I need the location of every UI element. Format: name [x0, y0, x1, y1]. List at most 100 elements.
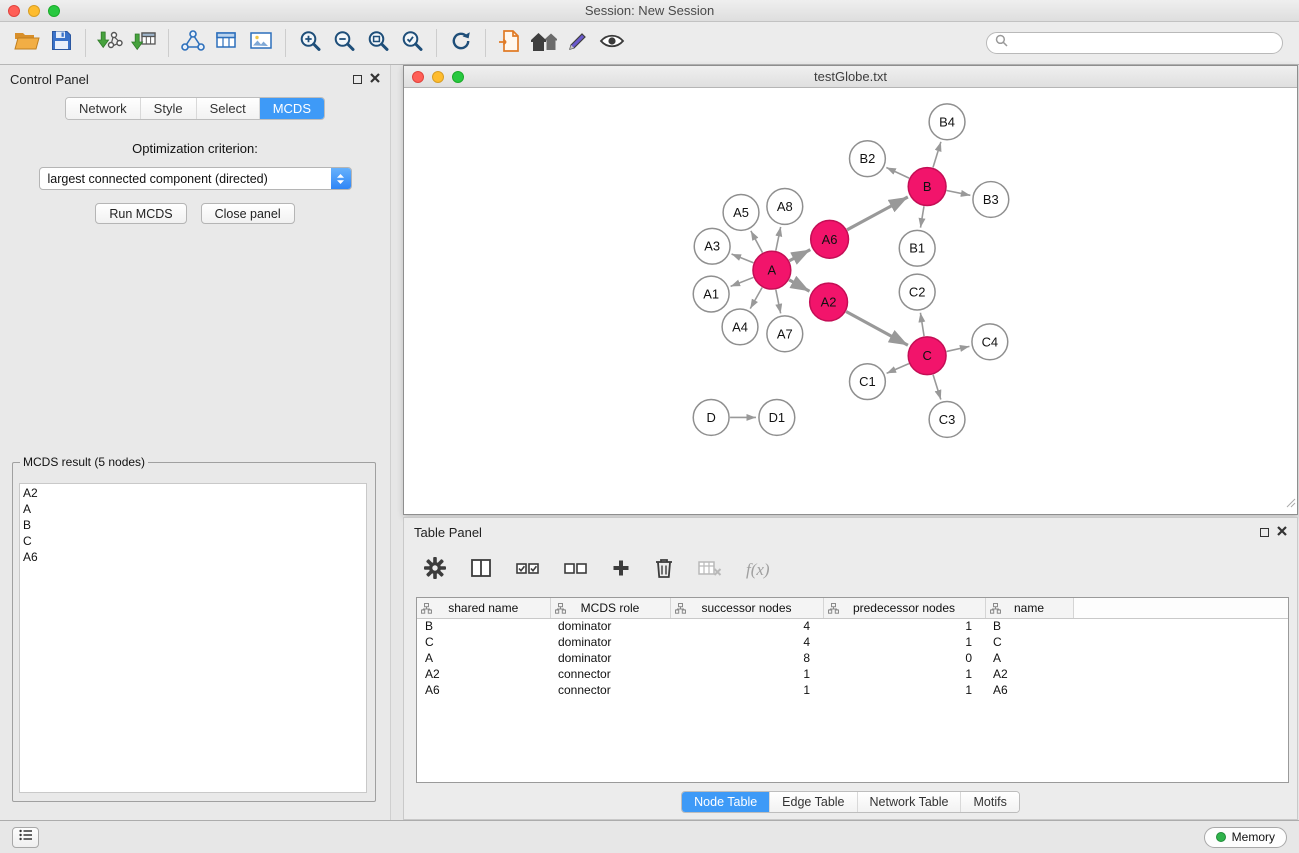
table-cell[interactable]: 1: [670, 666, 823, 682]
tab-edge-table[interactable]: Edge Table: [770, 792, 857, 812]
close-panel-button[interactable]: Close panel: [201, 203, 295, 224]
table-cell[interactable]: A2: [417, 666, 550, 682]
select-all-button[interactable]: [516, 558, 540, 583]
edge-A-A7[interactable]: [776, 290, 781, 314]
save-session-button[interactable]: [44, 26, 78, 60]
column-header-name[interactable]: name: [985, 598, 1073, 618]
node-A4[interactable]: A4: [722, 309, 758, 345]
table-cell[interactable]: 1: [823, 666, 985, 682]
tab-motifs[interactable]: Motifs: [961, 792, 1018, 812]
table-cell[interactable]: 0: [823, 650, 985, 666]
edge-B-B2[interactable]: [886, 168, 909, 179]
column-header-predecessor-nodes[interactable]: predecessor nodes: [823, 598, 985, 618]
tab-network[interactable]: Network: [66, 98, 141, 119]
node-C3[interactable]: C3: [929, 402, 965, 438]
node-B[interactable]: B: [908, 168, 946, 206]
node-A[interactable]: A: [753, 251, 791, 289]
apply-style-button[interactable]: [561, 26, 595, 60]
network-graph[interactable]: B4B2BB3A5A8A6B1A3AC2A1A2A4A7C4CC1C3DD1: [404, 89, 1297, 514]
table-row-A6[interactable]: A6connector11A6: [417, 682, 1288, 698]
mcds-result-item[interactable]: A2: [23, 485, 366, 501]
table-cell[interactable]: 4: [670, 634, 823, 650]
table-cell[interactable]: connector: [550, 682, 670, 698]
edge-C-C2[interactable]: [920, 313, 924, 336]
node-B4[interactable]: B4: [929, 104, 965, 140]
table-cell[interactable]: B: [985, 618, 1073, 634]
column-header-shared-name[interactable]: shared name: [417, 598, 550, 618]
mcds-result-item[interactable]: C: [23, 533, 366, 549]
table-cell[interactable]: dominator: [550, 650, 670, 666]
table-cell[interactable]: C: [985, 634, 1073, 650]
tab-node-table[interactable]: Node Table: [682, 792, 770, 812]
node-D[interactable]: D: [693, 400, 729, 436]
open-session-button[interactable]: [10, 26, 44, 60]
mcds-result-item[interactable]: B: [23, 517, 366, 533]
zoom-selected-button[interactable]: [395, 26, 429, 60]
table-cell[interactable]: 4: [670, 618, 823, 634]
edge-A-A5[interactable]: [751, 231, 763, 253]
close-table-panel-icon[interactable]: [1277, 523, 1287, 541]
node-D1[interactable]: D1: [759, 400, 795, 436]
optimization-criterion-select[interactable]: largest connected component (directed): [39, 167, 352, 190]
delete-column-button[interactable]: [698, 558, 722, 583]
node-A3[interactable]: A3: [694, 228, 730, 264]
zoom-out-button[interactable]: [327, 26, 361, 60]
node-A7[interactable]: A7: [767, 316, 803, 352]
resize-grip[interactable]: [1284, 495, 1296, 513]
table-cell[interactable]: connector: [550, 666, 670, 682]
show-networks-home-button[interactable]: [527, 26, 561, 60]
table-row-C[interactable]: Cdominator41C: [417, 634, 1288, 650]
run-mcds-button[interactable]: Run MCDS: [95, 203, 186, 224]
float-table-panel-icon[interactable]: [1260, 528, 1269, 537]
function-builder-button[interactable]: f(x): [746, 560, 770, 580]
table-row-B[interactable]: Bdominator41B: [417, 618, 1288, 634]
node-A6[interactable]: A6: [811, 220, 849, 258]
edge-C-C1[interactable]: [887, 364, 909, 374]
show-hide-details-button[interactable]: [595, 26, 629, 60]
table-row-A[interactable]: Adominator80A: [417, 650, 1288, 666]
node-table[interactable]: shared nameMCDS rolesuccessor nodesprede…: [416, 597, 1289, 783]
table-cell[interactable]: dominator: [550, 618, 670, 634]
table-cell[interactable]: A: [985, 650, 1073, 666]
deselect-all-button[interactable]: [564, 558, 588, 583]
node-B2[interactable]: B2: [850, 141, 886, 177]
task-history-button[interactable]: [12, 827, 39, 848]
edge-A2-C[interactable]: [846, 312, 908, 346]
edge-C-C3[interactable]: [933, 375, 941, 400]
zoom-fit-button[interactable]: [361, 26, 395, 60]
import-table-from-file-button[interactable]: [127, 26, 161, 60]
edge-A-A6[interactable]: [789, 250, 810, 261]
edge-A-A1[interactable]: [731, 277, 754, 286]
zoom-in-button[interactable]: [293, 26, 327, 60]
table-cell[interactable]: C: [417, 634, 550, 650]
table-cell[interactable]: A: [417, 650, 550, 666]
node-A5[interactable]: A5: [723, 195, 759, 231]
new-network-button[interactable]: [176, 26, 210, 60]
table-cell[interactable]: A2: [985, 666, 1073, 682]
export-image-button[interactable]: [244, 26, 278, 60]
node-B1[interactable]: B1: [899, 230, 935, 266]
table-cell[interactable]: dominator: [550, 634, 670, 650]
edge-A-A3[interactable]: [732, 254, 754, 263]
node-A8[interactable]: A8: [767, 189, 803, 225]
edge-B-B4[interactable]: [933, 142, 941, 168]
edge-A-A8[interactable]: [776, 227, 781, 251]
table-cell[interactable]: A6: [985, 682, 1073, 698]
network-canvas[interactable]: B4B2BB3A5A8A6B1A3AC2A1A2A4A7C4CC1C3DD1: [404, 89, 1297, 514]
refresh-view-button[interactable]: [444, 26, 478, 60]
edge-A-A4[interactable]: [750, 288, 762, 309]
delete-table-button[interactable]: [654, 557, 674, 584]
import-network-from-file-button[interactable]: [93, 26, 127, 60]
tab-select[interactable]: Select: [197, 98, 260, 119]
close-panel-icon[interactable]: [370, 70, 380, 88]
table-cell[interactable]: 1: [823, 618, 985, 634]
column-header-successor-nodes[interactable]: successor nodes: [670, 598, 823, 618]
edge-B-B3[interactable]: [947, 191, 971, 196]
table-settings-button[interactable]: [424, 557, 446, 584]
node-C4[interactable]: C4: [972, 324, 1008, 360]
search-box[interactable]: [986, 32, 1283, 54]
show-columns-button[interactable]: [470, 558, 492, 583]
mcds-result-item[interactable]: A: [23, 501, 366, 517]
node-C[interactable]: C: [908, 337, 946, 375]
table-cell[interactable]: 1: [823, 682, 985, 698]
